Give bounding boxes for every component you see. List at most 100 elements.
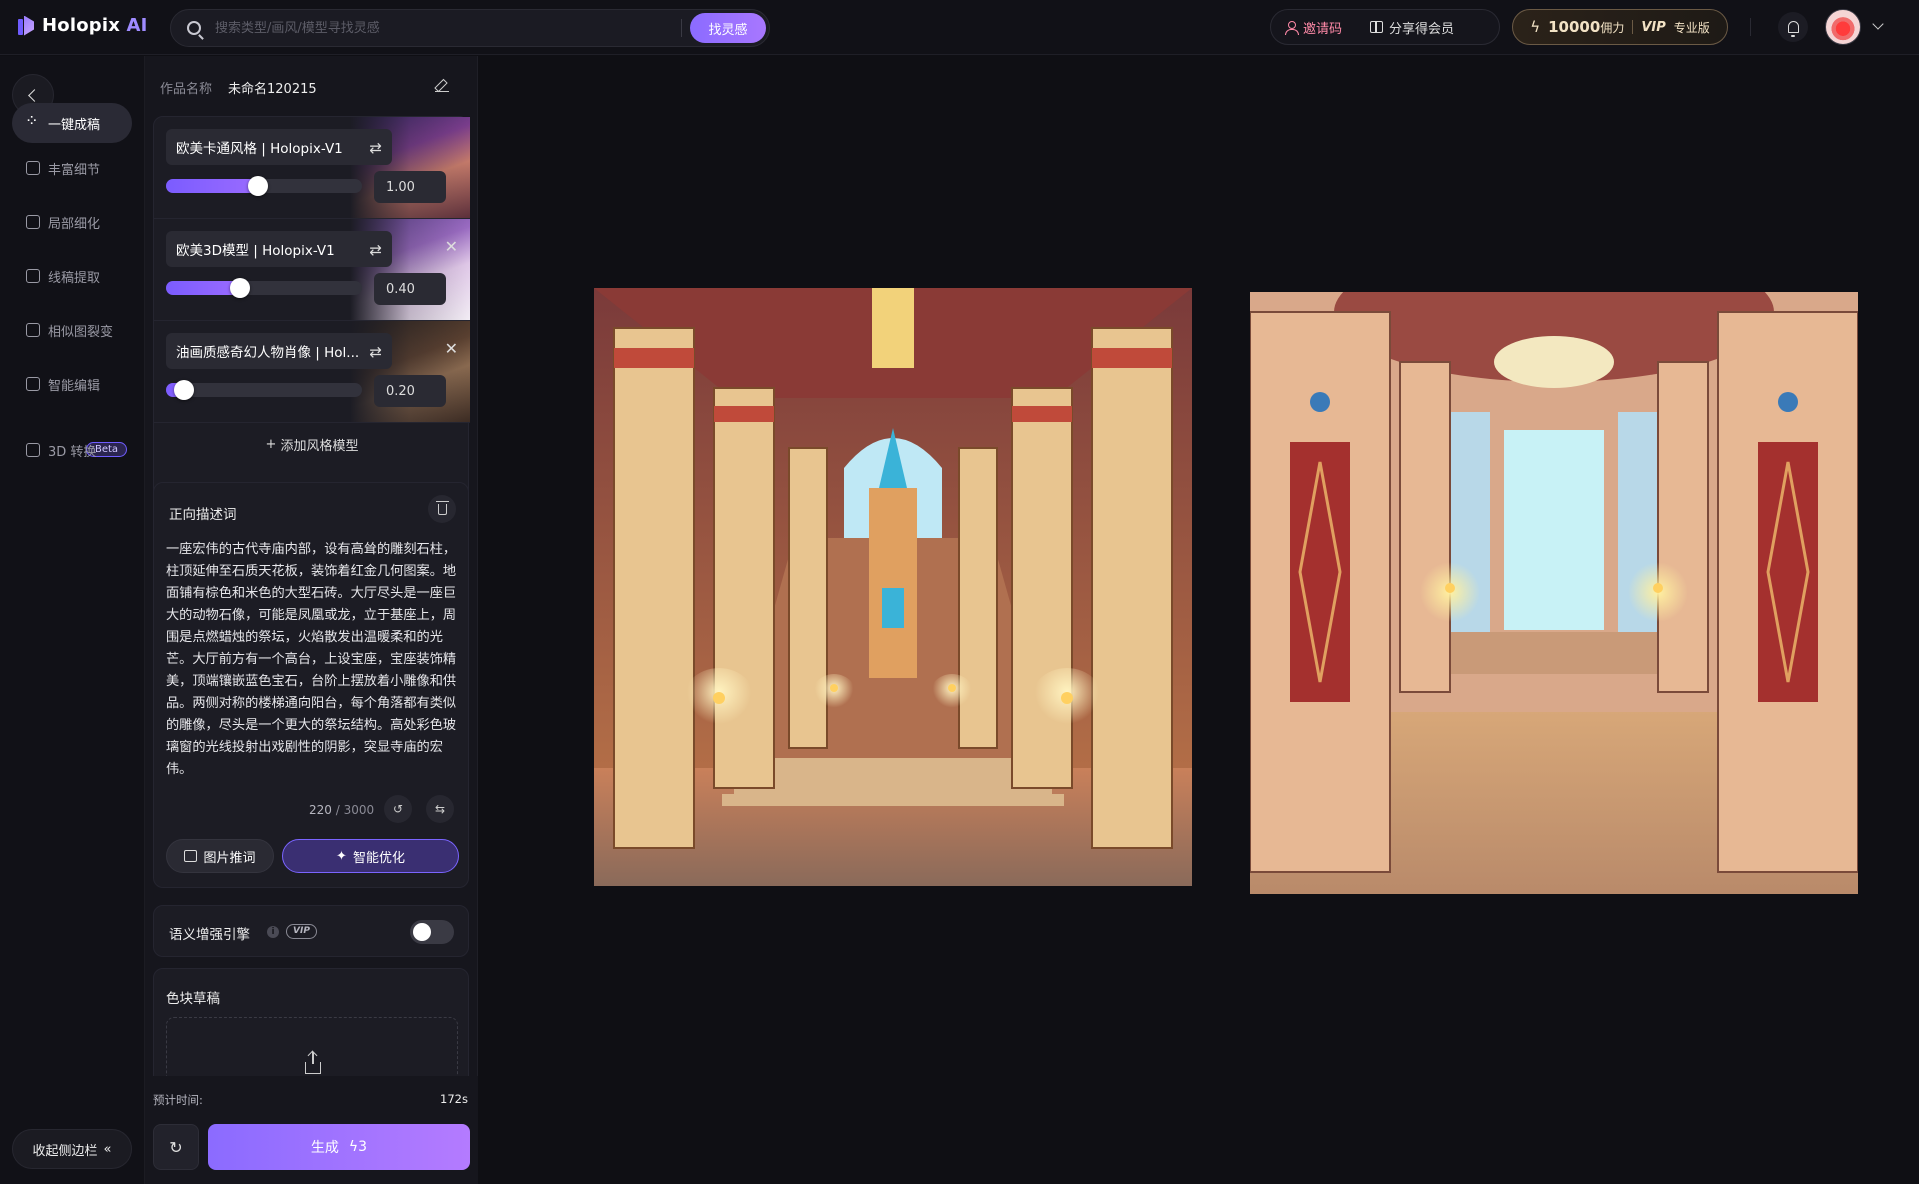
color-sketch-label: 色块草稿: [166, 991, 220, 1007]
user-icon: [1285, 20, 1299, 35]
logo-ai-text: AI: [126, 15, 148, 36]
prompt-count-value: 220: [309, 803, 332, 817]
generate-cost: 3: [358, 1139, 368, 1155]
remove-model-icon[interactable]: ✕: [445, 237, 458, 256]
nav-item-smart-edit[interactable]: 智能编辑: [12, 364, 132, 404]
plus-icon: +: [265, 436, 277, 452]
swap-icon[interactable]: ⇄: [369, 343, 382, 361]
model-weight-slider[interactable]: [166, 278, 362, 298]
double-chevron-left-icon: «: [103, 1141, 112, 1157]
estimated-time-label: 预计时间:: [153, 1093, 203, 1107]
local-refine-icon: [26, 215, 40, 229]
image-prompt-button[interactable]: 图片推词: [166, 839, 274, 873]
model-weight-value[interactable]: 1.00: [374, 171, 446, 203]
model-weight-slider[interactable]: [166, 176, 362, 196]
temple-image-2: [1250, 292, 1858, 894]
nav-item-label: 局部细化: [48, 216, 101, 232]
nav-item-similar-image[interactable]: 相似图裂变: [12, 310, 132, 350]
bolt-icon: ϟ: [348, 1139, 359, 1155]
points-unit: 佣力: [1600, 21, 1625, 35]
chevron-down-icon[interactable]: [1872, 18, 1884, 30]
undo-button[interactable]: ↺: [384, 795, 412, 823]
search-bar: 找灵感: [170, 9, 770, 47]
work-name-value[interactable]: 未命名120215: [228, 78, 317, 97]
prompt-textarea[interactable]: 一座宏伟的古代寺庙内部，设有高耸的雕刻石柱，柱顶延伸至石质天花板，装饰着红金几何…: [166, 539, 458, 781]
remove-model-icon[interactable]: ✕: [445, 339, 458, 358]
nav-item-label: 线稿提取: [48, 270, 101, 286]
refresh-icon: ↻: [169, 1137, 183, 1157]
style-model-item: 欧美3D模型 | Holopix-V1 ⇄ ✕ 0.40: [154, 219, 470, 321]
logo-mark-icon: [18, 16, 34, 36]
gift-icon: [1370, 21, 1384, 33]
nav-item-label: 智能编辑: [48, 378, 101, 394]
model-name-button[interactable]: 油画质感奇幻人物肖像 | Hol... ⇄: [166, 333, 392, 369]
nav-item-label: 相似图裂变: [48, 324, 114, 340]
work-name-row: 作品名称 未命名120215: [160, 78, 317, 97]
model-weight-slider[interactable]: [166, 380, 362, 400]
nav-item-lineart-extract[interactable]: 线稿提取: [12, 256, 132, 296]
prompt-card: 正向描述词 一座宏伟的古代寺庙内部，设有高耸的雕刻石柱，柱顶延伸至石质天花板，装…: [153, 482, 469, 888]
reset-button[interactable]: ↻: [153, 1124, 199, 1170]
slider-handle[interactable]: [230, 278, 250, 298]
clear-prompt-button[interactable]: [428, 495, 456, 523]
invite-label: 邀请码: [1303, 21, 1343, 37]
find-inspiration-button[interactable]: 找灵感: [690, 13, 766, 43]
prompt-title: 正向描述词: [169, 507, 237, 523]
header-divider: [1750, 18, 1751, 36]
temple-image-1: [594, 288, 1192, 886]
nav-item-3d-convert[interactable]: 3D 转换: [12, 430, 132, 470]
slider-handle[interactable]: [174, 380, 194, 400]
nav-item-quick-draft[interactable]: 一键成稿: [12, 103, 132, 143]
generated-image-2[interactable]: [1250, 292, 1858, 894]
smart-optimize-button[interactable]: ✦ 智能优化: [282, 839, 459, 873]
vip-separator: [1632, 20, 1634, 34]
add-style-model-label: 添加风格模型: [280, 438, 359, 454]
trash-icon: [435, 500, 449, 515]
notification-button[interactable]: [1778, 12, 1808, 42]
collapse-sidebar-button[interactable]: 收起侧边栏 «: [12, 1129, 132, 1169]
toggle-knob: [413, 923, 431, 941]
generated-image-1[interactable]: [594, 288, 1192, 886]
logo[interactable]: Holopix AI: [18, 15, 148, 36]
model-name: 欧美卡通风格 | Holopix-V1: [176, 141, 343, 157]
vip-points-pill[interactable]: ϟ 10000佣力 VIP 专业版: [1512, 9, 1728, 45]
add-style-model-button[interactable]: + 添加风格模型: [154, 424, 470, 464]
nav-item-local-refine[interactable]: 局部细化: [12, 202, 132, 242]
semantic-engine-toggle[interactable]: [410, 920, 454, 944]
nav-item-label: 一键成稿: [48, 117, 101, 133]
logo-text: Holopix: [42, 15, 121, 36]
generate-label: 生成: [310, 1140, 339, 1156]
share-member-button[interactable]: 分享得会员: [1356, 18, 1468, 37]
vip-badge: VIP: [1641, 19, 1666, 35]
avatar[interactable]: [1825, 9, 1861, 45]
invite-code-button[interactable]: 邀请码: [1271, 18, 1356, 37]
prompt-count-max: / 3000: [335, 803, 375, 817]
enrich-detail-icon: [26, 161, 40, 175]
nav-item-label: 丰富细节: [48, 162, 101, 178]
swap-icon[interactable]: ⇄: [369, 241, 382, 259]
collapse-sidebar-label: 收起侧边栏: [32, 1143, 98, 1159]
slider-handle[interactable]: [248, 176, 268, 196]
model-weight-value[interactable]: 0.20: [374, 375, 446, 407]
semantic-engine-card: 语义增强引擎 i VIP: [153, 905, 469, 957]
generate-button[interactable]: 生成 ϟ3: [208, 1124, 470, 1170]
share-label: 分享得会员: [1389, 21, 1455, 37]
model-name-button[interactable]: 欧美3D模型 | Holopix-V1 ⇄: [166, 231, 392, 267]
nav-item-enrich-detail[interactable]: 丰富细节: [12, 148, 132, 188]
info-icon[interactable]: i: [267, 926, 279, 938]
translate-button[interactable]: ⇆: [426, 795, 454, 823]
model-weight-value[interactable]: 0.40: [374, 273, 446, 305]
model-name-button[interactable]: 欧美卡通风格 | Holopix-V1 ⇄: [166, 129, 392, 165]
edit-icon[interactable]: [435, 78, 449, 92]
vip-tier: 专业版: [1673, 20, 1710, 35]
style-model-item: 欧美卡通风格 | Holopix-V1 ⇄ 1.00: [154, 117, 470, 219]
smart-optimize-label: 智能优化: [352, 850, 405, 866]
search-input[interactable]: [215, 16, 685, 40]
upload-icon: [305, 1052, 321, 1074]
image-prompt-label: 图片推词: [203, 850, 256, 866]
quick-draft-icon: [25, 111, 40, 130]
swap-icon[interactable]: ⇄: [369, 139, 382, 157]
settings-panel: 作品名称 未命名120215 欧美卡通风格 | Holopix-V1 ⇄ 1.0…: [145, 56, 478, 1184]
nav-item-label: 3D 转换: [48, 444, 97, 460]
search-divider: [681, 19, 682, 37]
